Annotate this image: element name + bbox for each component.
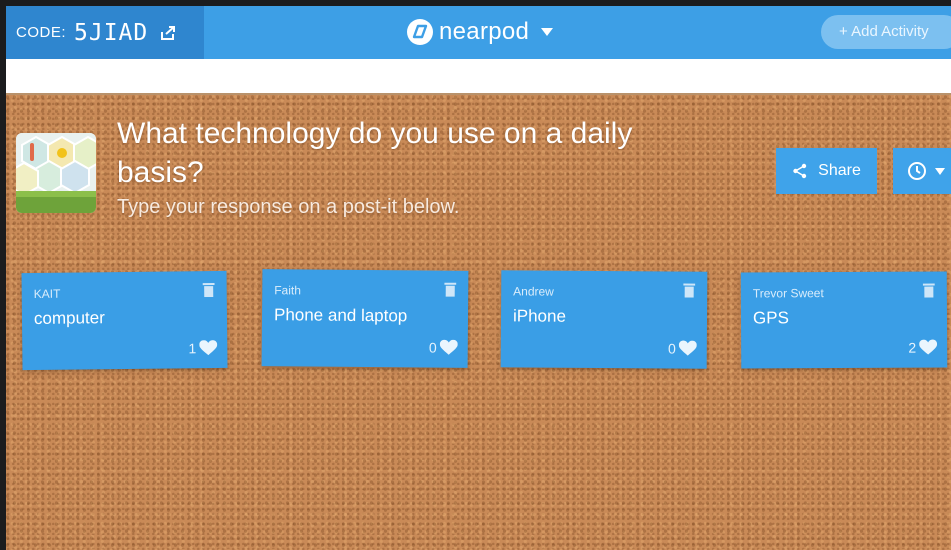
post-it-response: Phone and laptop (273, 305, 408, 326)
code-label: CODE: (16, 24, 67, 41)
post-it-author: Trevor Sweet (752, 286, 824, 301)
post-it-author: Andrew (513, 284, 554, 299)
app-frame: CODE: 5JIAD nearpod + Add Activity What … (6, 6, 951, 550)
like-control[interactable]: 0 (667, 340, 697, 357)
heart-icon (678, 340, 697, 356)
share-icon (793, 163, 807, 179)
like-control[interactable]: 1 (188, 340, 218, 357)
post-it-faith[interactable]: Faith Phone and laptop 0 (261, 269, 469, 368)
brand-name: nearpod (439, 18, 530, 45)
chevron-down-icon (935, 167, 945, 175)
like-control[interactable]: 0 (429, 340, 458, 356)
share-button[interactable]: Share (776, 148, 877, 194)
external-share-icon[interactable] (160, 25, 176, 41)
trash-icon[interactable] (922, 283, 935, 298)
post-it-author: Faith (274, 283, 301, 298)
add-activity-button[interactable]: + Add Activity (821, 15, 951, 49)
heart-icon (439, 339, 458, 355)
post-it-response: computer (33, 308, 105, 328)
post-it-author: KAIT (33, 286, 61, 301)
like-count: 2 (908, 339, 917, 356)
activity-thumbnail (16, 133, 96, 213)
like-control[interactable]: 2 (908, 339, 938, 356)
question-instruction: Type your response on a post-it below. (117, 196, 460, 218)
like-count: 1 (188, 340, 197, 357)
share-label: Share (818, 162, 861, 179)
trash-icon[interactable] (683, 283, 696, 298)
post-it-trevor-sweet[interactable]: Trevor Sweet GPS 2 (740, 271, 948, 369)
top-bar: CODE: 5JIAD nearpod + Add Activity (6, 6, 951, 59)
trash-icon[interactable] (444, 282, 457, 297)
code-value: 5JIAD (74, 19, 149, 46)
like-count: 0 (667, 340, 676, 357)
heart-icon (199, 340, 218, 356)
clock-icon (908, 162, 926, 180)
heart-icon (919, 339, 938, 355)
technology-collage-icon (16, 133, 96, 213)
like-count: 0 (428, 339, 437, 356)
post-it-response: GPS (752, 308, 789, 328)
trash-icon[interactable] (202, 282, 215, 298)
post-it-andrew[interactable]: Andrew iPhone 0 (500, 270, 708, 369)
nearpod-logo-icon (407, 19, 433, 45)
post-it-response: iPhone (512, 306, 567, 326)
toolbar-strip (6, 59, 951, 93)
brand-menu[interactable]: nearpod (406, 17, 554, 47)
question-title: What technology do you use on a daily ba… (117, 117, 633, 189)
timer-button[interactable] (893, 148, 951, 194)
post-it-kait[interactable]: KAIT computer 1 (21, 270, 228, 371)
chevron-down-icon[interactable] (541, 28, 554, 36)
session-code[interactable]: CODE: 5JIAD (6, 6, 204, 59)
